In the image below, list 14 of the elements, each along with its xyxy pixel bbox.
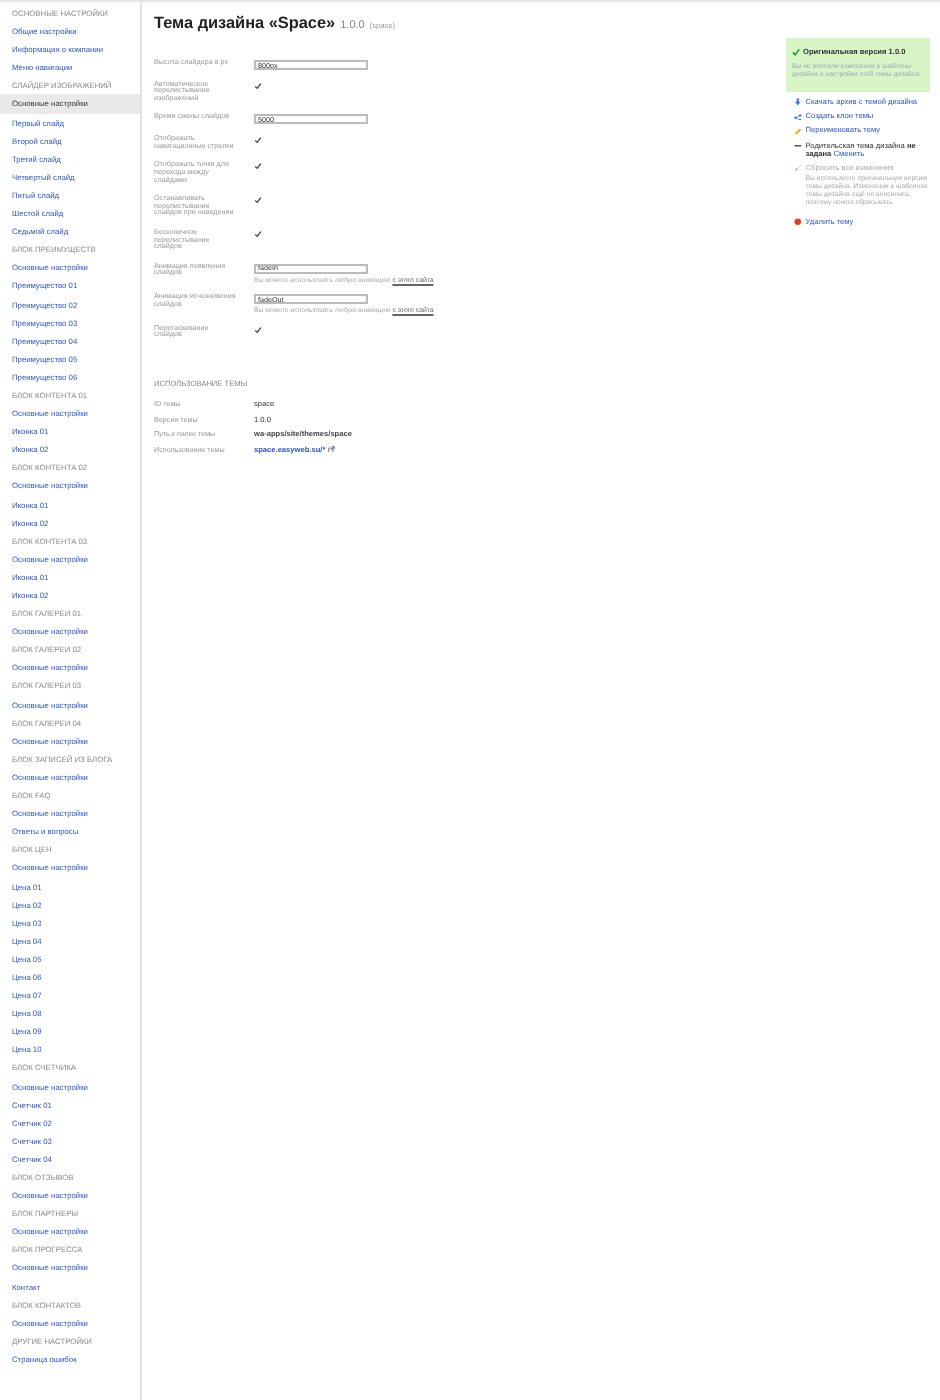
share-icon	[794, 113, 802, 121]
checkbox[interactable]	[254, 229, 262, 238]
brush-icon	[794, 164, 802, 173]
checkbox[interactable]	[254, 135, 262, 144]
delete-icon	[794, 218, 802, 226]
checkbox[interactable]	[254, 161, 262, 170]
checkmark-icon	[792, 48, 800, 56]
pencil-icon	[794, 127, 802, 135]
page-title: Тема дизайна «Space»	[154, 14, 336, 32]
download-icon	[794, 98, 802, 107]
checkbox[interactable]	[254, 195, 262, 204]
checkbox[interactable]	[254, 81, 262, 89]
checkbox[interactable]	[254, 325, 262, 334]
external-link-icon[interactable]	[328, 445, 336, 453]
